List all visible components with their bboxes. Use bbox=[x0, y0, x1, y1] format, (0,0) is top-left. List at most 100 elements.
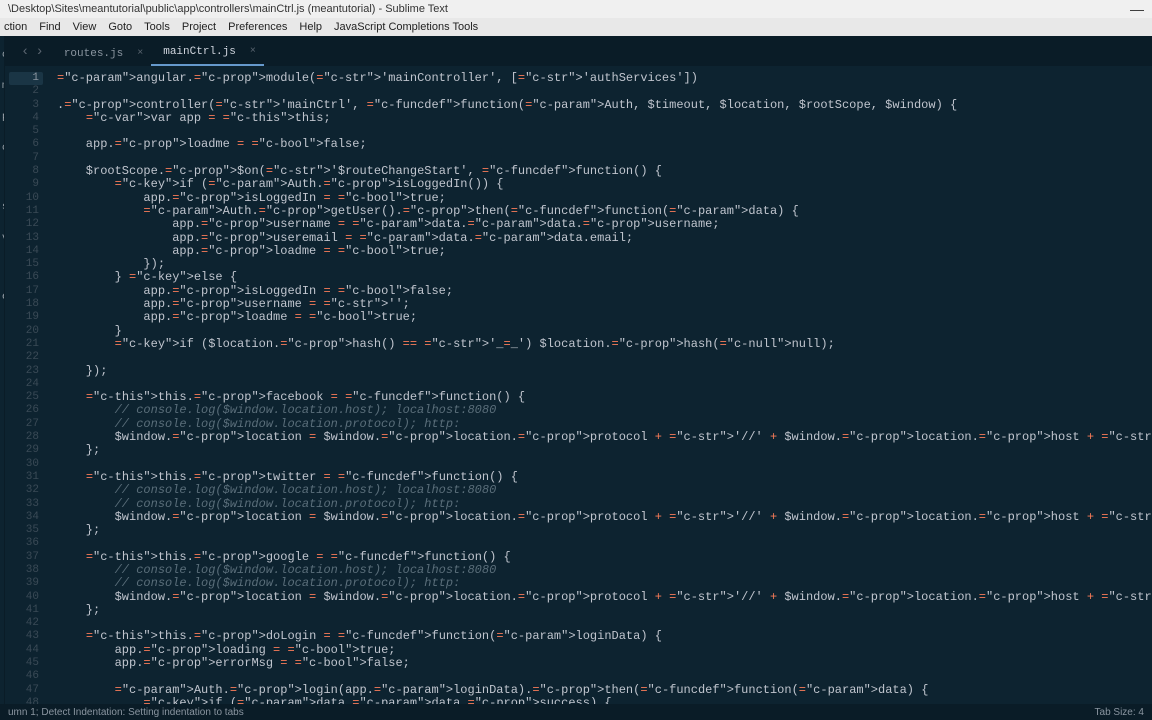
line-number: 7 bbox=[9, 152, 39, 165]
code-line[interactable]: $rootScope.="c-prop">$on(="c-str">'$rout… bbox=[57, 165, 1152, 178]
code-line[interactable]: ="c-key">if ($location.="c-prop">hash() … bbox=[57, 338, 1152, 351]
menu-item[interactable]: Project bbox=[182, 18, 216, 36]
code-editor[interactable]: 1234567891011121314151617181920212223242… bbox=[5, 66, 1152, 704]
code-line[interactable]: // console.log($window.location.host); l… bbox=[57, 404, 1152, 417]
line-number: 32 bbox=[9, 484, 39, 497]
line-number: 46 bbox=[9, 670, 39, 683]
code-line[interactable]: // console.log($window.location.host); l… bbox=[57, 484, 1152, 497]
code-line[interactable] bbox=[57, 152, 1152, 165]
code-line[interactable]: ="c-param">Auth.="c-prop">login(app.="c-… bbox=[57, 684, 1152, 697]
nav-forward-icon[interactable]: › bbox=[35, 44, 43, 60]
code-line[interactable]: // console.log($window.location.protocol… bbox=[57, 577, 1152, 590]
code-line[interactable]: .="c-prop">controller(="c-str">'mainCtrl… bbox=[57, 99, 1152, 112]
code-line[interactable]: $window.="c-prop">location = $window.="c… bbox=[57, 591, 1152, 604]
code-line[interactable]: app.="c-prop">errorMsg = ="c-bool">false… bbox=[57, 657, 1152, 670]
code-line[interactable]: ="c-key">if (="c-param">data.="c-param">… bbox=[57, 697, 1152, 704]
menu-item[interactable]: Tools bbox=[144, 18, 170, 36]
line-number: 20 bbox=[9, 325, 39, 338]
code-line[interactable]: ="c-var">var app = ="c-this">this; bbox=[57, 112, 1152, 125]
code-line[interactable]: app.="c-prop">username = ="c-param">data… bbox=[57, 218, 1152, 231]
code-line[interactable] bbox=[57, 617, 1152, 630]
tab-routes[interactable]: routes.js × bbox=[52, 42, 151, 66]
code-line[interactable]: ="c-this">this.="c-prop">doLogin = ="c-f… bbox=[57, 630, 1152, 643]
tab-mainctrl[interactable]: mainCtrl.js × bbox=[151, 40, 264, 66]
code-line[interactable]: app.="c-prop">loadme = ="c-bool">true; bbox=[57, 245, 1152, 258]
menu-item[interactable]: Preferences bbox=[228, 18, 287, 36]
tab-label: mainCtrl.js bbox=[163, 46, 236, 58]
code-line[interactable]: ="c-param">Auth.="c-prop">getUser().="c-… bbox=[57, 205, 1152, 218]
menu-item[interactable]: Goto bbox=[108, 18, 132, 36]
code-line[interactable]: $window.="c-prop">location = $window.="c… bbox=[57, 511, 1152, 524]
menu-item[interactable]: View bbox=[73, 18, 97, 36]
menu-item[interactable]: JavaScript Completions Tools bbox=[334, 18, 478, 36]
code-line[interactable]: }); bbox=[57, 365, 1152, 378]
close-icon[interactable]: × bbox=[137, 48, 143, 59]
window-title: \Desktop\Sites\meantutorial\public\app\c… bbox=[8, 0, 448, 18]
code-line[interactable]: }; bbox=[57, 524, 1152, 537]
line-number: 38 bbox=[9, 564, 39, 577]
code-line[interactable] bbox=[57, 537, 1152, 550]
code-line[interactable]: app.="c-prop">loadme = ="c-bool">true; bbox=[57, 311, 1152, 324]
line-number: 5 bbox=[9, 125, 39, 138]
menu-item[interactable]: Help bbox=[299, 18, 322, 36]
line-number: 8 bbox=[9, 165, 39, 178]
line-number: 9 bbox=[9, 178, 39, 191]
code-line[interactable]: }); bbox=[57, 258, 1152, 271]
line-number: 17 bbox=[9, 285, 39, 298]
code-line[interactable]: app.="c-prop">useremail = ="c-param">dat… bbox=[57, 232, 1152, 245]
code-line[interactable] bbox=[57, 125, 1152, 138]
code-line[interactable] bbox=[57, 351, 1152, 364]
code-line[interactable]: ="c-this">this.="c-prop">twitter = ="c-f… bbox=[57, 471, 1152, 484]
code-line[interactable]: app.="c-prop">isLoggedIn = ="c-bool">fal… bbox=[57, 285, 1152, 298]
line-number: 4 bbox=[9, 112, 39, 125]
code-line[interactable]: app.="c-prop">username = ="c-str">''; bbox=[57, 298, 1152, 311]
line-number: 31 bbox=[9, 471, 39, 484]
line-number: 23 bbox=[9, 365, 39, 378]
status-left: umn 1; Detect Indentation: Setting inden… bbox=[8, 707, 244, 718]
code-line[interactable] bbox=[57, 458, 1152, 471]
line-number: 19 bbox=[9, 311, 39, 324]
code-line[interactable]: ="c-param">angular.="c-prop">module(="c-… bbox=[57, 72, 1152, 85]
nav-back-icon[interactable]: ‹ bbox=[21, 44, 29, 60]
code-line[interactable]: } ="c-key">else { bbox=[57, 271, 1152, 284]
line-number: 44 bbox=[9, 644, 39, 657]
code-line[interactable]: app.="c-prop">loadme = ="c-bool">false; bbox=[57, 138, 1152, 151]
code-line[interactable]: // console.log($window.location.protocol… bbox=[57, 498, 1152, 511]
line-number: 41 bbox=[9, 604, 39, 617]
code-line[interactable]: app.="c-prop">isLoggedIn = ="c-bool">tru… bbox=[57, 192, 1152, 205]
menu-item[interactable]: ction bbox=[4, 18, 27, 36]
code-line[interactable]: }; bbox=[57, 444, 1152, 457]
line-number: 35 bbox=[9, 524, 39, 537]
minimize-button[interactable]: — bbox=[1130, 0, 1144, 18]
menu-item[interactable]: Find bbox=[39, 18, 60, 36]
code-line[interactable]: // console.log($window.location.protocol… bbox=[57, 418, 1152, 431]
code-line[interactable]: }; bbox=[57, 604, 1152, 617]
code-content[interactable]: ="c-param">angular.="c-prop">module(="c-… bbox=[49, 66, 1152, 704]
close-icon[interactable]: × bbox=[250, 46, 256, 57]
line-number: 3 bbox=[9, 99, 39, 112]
line-number: 47 bbox=[9, 684, 39, 697]
code-line[interactable]: $window.="c-prop">location = $window.="c… bbox=[57, 431, 1152, 444]
line-number: 12 bbox=[9, 218, 39, 231]
line-number: 30 bbox=[9, 458, 39, 471]
code-line[interactable]: ="c-this">this.="c-prop">google = ="c-fu… bbox=[57, 551, 1152, 564]
tab-bar: ‹ › routes.js × mainCtrl.js × bbox=[5, 36, 1152, 66]
line-number: 2 bbox=[9, 85, 39, 98]
line-number: 13 bbox=[9, 232, 39, 245]
line-number: 37 bbox=[9, 551, 39, 564]
code-line[interactable]: ="c-key">if (="c-param">Auth.="c-prop">i… bbox=[57, 178, 1152, 191]
line-number: 26 bbox=[9, 404, 39, 417]
code-line[interactable] bbox=[57, 670, 1152, 683]
code-line[interactable]: ="c-this">this.="c-prop">facebook = ="c-… bbox=[57, 391, 1152, 404]
line-number: 6 bbox=[9, 138, 39, 151]
code-line[interactable]: app.="c-prop">loading = ="c-bool">true; bbox=[57, 644, 1152, 657]
line-number: 40 bbox=[9, 591, 39, 604]
code-line[interactable] bbox=[57, 378, 1152, 391]
code-line[interactable]: } bbox=[57, 325, 1152, 338]
code-line[interactable]: // console.log($window.location.host); l… bbox=[57, 564, 1152, 577]
code-line[interactable] bbox=[57, 85, 1152, 98]
tab-label: routes.js bbox=[64, 48, 123, 60]
line-number: 15 bbox=[9, 258, 39, 271]
status-tabsize[interactable]: Tab Size: 4 bbox=[1095, 707, 1144, 718]
window-controls: — bbox=[1130, 0, 1144, 18]
